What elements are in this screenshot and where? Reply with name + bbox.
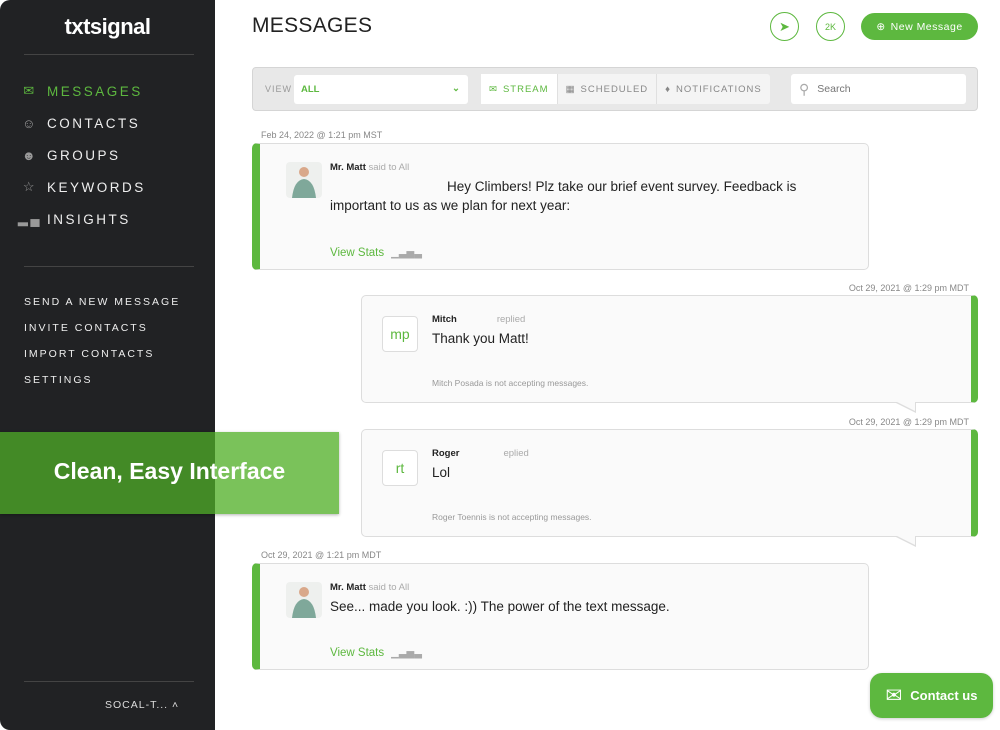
- search-input[interactable]: [817, 83, 948, 95]
- message-card: Mr. Matt said to All See... made you loo…: [252, 563, 869, 670]
- group-icon: ☻: [21, 147, 39, 163]
- inbox-icon: ✉: [489, 83, 498, 95]
- avatar: rt: [382, 450, 418, 486]
- divider: [24, 266, 194, 267]
- sidebar-item-insights[interactable]: ▂▄ INSIGHTS: [17, 203, 146, 235]
- sidebar-item-messages[interactable]: ✉ MESSAGES: [22, 75, 146, 107]
- page-title: MESSAGES: [252, 14, 373, 37]
- message-body: See... made you look. :)) The power of t…: [330, 599, 670, 614]
- account-name: SOCAL-T...: [105, 699, 169, 711]
- inbox-icon: ✉: [23, 83, 37, 98]
- tab-scheduled[interactable]: ▦ SCHEDULED: [558, 74, 658, 104]
- avatar: mp: [382, 316, 418, 352]
- view-select[interactable]: ALL ⌄: [294, 75, 468, 104]
- bubble-tail: [894, 401, 916, 413]
- plus-circle-icon: ⊕: [876, 20, 886, 33]
- sidebar-item-label: CONTACTS: [47, 115, 141, 131]
- rocket-icon: ➤: [779, 18, 790, 34]
- message-card: Mr. Matt said to All Hey Climbers! Plz t…: [252, 143, 869, 270]
- sidebar-item-label: INSIGHTS: [47, 211, 131, 227]
- status-note: Roger Toennis is not accepting messages.: [432, 512, 592, 522]
- new-message-label: New Message: [890, 20, 963, 33]
- sidebar-item-groups[interactable]: ☻ GROUPS: [22, 139, 146, 171]
- view-label: VIEW: [265, 84, 293, 94]
- tab-label: NOTIFICATIONS: [676, 83, 762, 95]
- view-stats-label: View Stats: [330, 247, 385, 259]
- bar-chart-icon: ▁▃▅▃: [391, 647, 422, 659]
- sidebar-item-contacts[interactable]: ☺ CONTACTS: [22, 107, 146, 139]
- send-new-message-link[interactable]: SEND A NEW MESSAGE: [24, 296, 180, 322]
- calendar-icon: ▦: [565, 83, 576, 95]
- message-body: Hey Climbers! Plz take our brief event s…: [330, 179, 797, 213]
- timestamp: Oct 29, 2021 @ 1:29 pm MDT: [848, 283, 969, 293]
- avatar: [286, 162, 322, 198]
- chevron-down-icon: ⌄: [452, 83, 460, 94]
- promo-banner: Clean, Easy Interface: [0, 432, 339, 514]
- settings-link[interactable]: SETTINGS: [24, 374, 180, 400]
- tab-label: SCHEDULED: [580, 83, 649, 95]
- view-stats-link[interactable]: View Stats ▁▃▅▃: [330, 647, 422, 659]
- account-menu[interactable]: SOCAL-T... ˄: [105, 699, 179, 711]
- timestamp: Feb 24, 2022 @ 1:21 pm MST: [261, 130, 383, 140]
- bar-chart-icon: ▁▃▅▃: [391, 247, 422, 259]
- sidebar-links: SEND A NEW MESSAGE INVITE CONTACTS IMPOR…: [24, 296, 180, 400]
- timestamp: Oct 29, 2021 @ 1:29 pm MDT: [848, 417, 969, 427]
- sender: Roger eplied: [432, 448, 529, 459]
- view-tabs: ✉ STREAM ▦ SCHEDULED ♦ NOTIFICATIONS: [481, 74, 770, 104]
- chevron-up-icon: ˄: [172, 699, 180, 711]
- tab-label: STREAM: [502, 83, 549, 95]
- message-card: rt Roger eplied Lol Roger Toennis is not …: [361, 429, 978, 547]
- contact-us-button[interactable]: ✉ Contact us: [870, 673, 993, 718]
- message-body: Thank you Matt!: [432, 331, 529, 346]
- sidebar-item-label: MESSAGES: [47, 83, 143, 99]
- logo: txtsignal: [64, 14, 151, 39]
- bubble-tail: [894, 535, 916, 547]
- user-icon: ☺: [22, 115, 38, 131]
- search-box[interactable]: ⚲: [791, 74, 966, 104]
- new-message-button[interactable]: ⊕ New Message: [861, 13, 978, 40]
- avatar: [286, 582, 322, 618]
- sender: Mitch replied: [432, 314, 526, 325]
- timestamp: Oct 29, 2021 @ 1:21 pm MDT: [261, 550, 382, 560]
- view-stats-label: View Stats: [330, 647, 385, 659]
- sender: Mr. Matt said to All: [330, 582, 410, 593]
- credits-badge[interactable]: 2K: [816, 12, 845, 41]
- sidebar-item-label: GROUPS: [47, 147, 121, 163]
- banner-text: Clean, Easy Interface: [53, 458, 286, 484]
- mail-icon: ✉: [885, 685, 903, 707]
- rocket-button[interactable]: ➤: [770, 12, 799, 41]
- sidebar: txtsignal ✉ MESSAGES ☺ CONTACTS ☻ GROUPS ☆ K…: [0, 0, 215, 730]
- sidebar-item-keywords[interactable]: ☆ KEYWORDS: [22, 171, 146, 203]
- chart-icon: ▂▄: [17, 211, 43, 226]
- search-icon: ⚲: [799, 80, 810, 97]
- toolbar: VIEW ALL ⌄ ✉ STREAM ▦ SCHEDULED ♦ NOTIFICATI…: [252, 67, 978, 111]
- message-body: Lol: [432, 465, 451, 480]
- invite-contacts-link[interactable]: INVITE CONTACTS: [24, 322, 180, 348]
- view-stats-link[interactable]: View Stats ▁▃▅▃: [330, 247, 422, 259]
- divider: [24, 681, 194, 682]
- status-note: Mitch Posada is not accepting messages.: [432, 378, 589, 388]
- sidebar-nav: ✉ MESSAGES ☺ CONTACTS ☻ GROUPS ☆ KEYWORDS ▂▄…: [17, 75, 146, 235]
- star-icon: ☆: [22, 179, 38, 194]
- bell-icon: ♦: [665, 83, 672, 95]
- import-contacts-link[interactable]: IMPORT CONTACTS: [24, 348, 180, 374]
- contact-label: Contact us: [910, 688, 978, 703]
- sender: Mr. Matt said to All: [330, 162, 410, 173]
- view-value: ALL: [301, 84, 320, 95]
- sidebar-item-label: KEYWORDS: [47, 179, 146, 195]
- message-card: mp Mitch replied Thank you Matt! Mitch Po…: [361, 295, 978, 413]
- tab-stream[interactable]: ✉ STREAM: [481, 74, 558, 104]
- divider: [24, 54, 194, 55]
- tab-notifications[interactable]: ♦ NOTIFICATIONS: [657, 74, 770, 104]
